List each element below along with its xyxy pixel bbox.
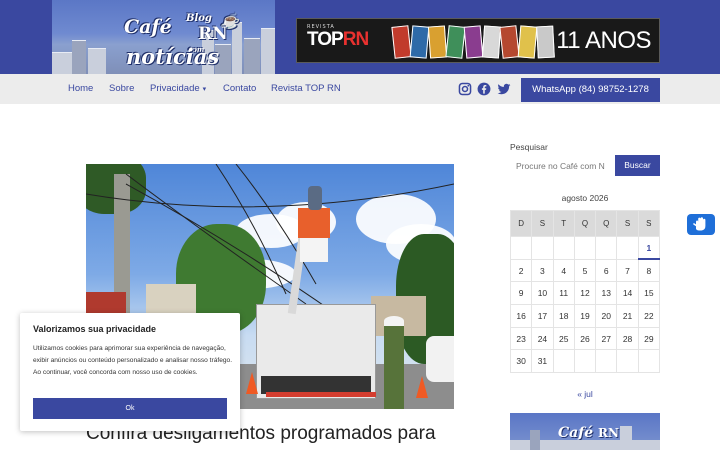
nav-item-sobre[interactable]: Sobre [109, 83, 134, 94]
calendar-day: 26 [573, 326, 597, 351]
cookie-title: Valorizamos sua privacidade [33, 324, 157, 334]
sign-language-icon [693, 217, 706, 231]
calendar-day: 17 [531, 304, 554, 328]
cookie-ok-button[interactable]: Ok [33, 398, 227, 419]
banner-top-rn: TOPRN [307, 29, 369, 50]
calendar-day: 31 [531, 349, 554, 374]
nav-item-home[interactable]: Home [68, 83, 93, 94]
chevron-down-icon: ▾ [202, 86, 207, 93]
calendar-day: 21 [616, 304, 639, 328]
calendar-empty-cell [552, 349, 575, 374]
calendar-day: 9 [509, 281, 533, 306]
calendar-day: 23 [509, 326, 533, 351]
calendar-empty-cell [531, 236, 554, 260]
magazine-covers [391, 22, 563, 60]
cookie-text: Utilizamos cookies para aprimorar sua ex… [33, 345, 233, 376]
calendar-day: 2 [509, 258, 533, 283]
calendar-empty-cell [509, 236, 533, 260]
calendar-day: 1 [637, 236, 661, 261]
calendar-day: 20 [595, 304, 618, 328]
site-logo[interactable]: ☕ Café Blog RN com notícias [52, 0, 275, 74]
calendar-weekday: S [637, 210, 661, 237]
calendar-empty-cell [637, 349, 661, 374]
calendar-caption: agosto 2026 [561, 193, 609, 203]
calendar-week: 30 31 [509, 349, 661, 374]
logo-rn: RN [198, 24, 228, 44]
calendar-empty-cell [616, 236, 639, 260]
calendar: DSTQQSS 1 2 3 4 5 6 7 8 9 10 11 12 13 14 15 16 17 18 19 20 2… [509, 210, 661, 374]
calendar-day: 27 [595, 326, 618, 351]
calendar-empty-cell [573, 236, 597, 260]
site-header: ☕ Café Blog RN com notícias REVISTA TOPR… [0, 0, 720, 74]
calendar-day: 15 [637, 281, 661, 306]
facebook-icon[interactable] [477, 82, 491, 96]
side-banner-rn: RN [598, 426, 619, 440]
calendar-day: 8 [637, 258, 661, 283]
logo-cafe: Café [124, 16, 172, 38]
cookie-consent-dialog: Valorizamos sua privacidade Utilizamos c… [20, 313, 240, 431]
search-input[interactable] [510, 155, 612, 176]
calendar-weekday: D [509, 210, 533, 237]
calendar-day: 6 [595, 258, 618, 283]
calendar-day: 12 [573, 281, 597, 306]
calendar-week: 9 10 11 12 13 14 15 [509, 281, 661, 306]
calendar-week: 16 17 18 19 20 21 22 [509, 304, 661, 328]
calendar-day: 28 [616, 326, 639, 351]
calendar-day: 18 [552, 304, 575, 328]
calendar-day: 22 [637, 304, 661, 328]
banner-11-anos: 11 ANOS [556, 27, 651, 54]
twitter-icon[interactable] [497, 82, 511, 96]
calendar-weekday: T [552, 210, 575, 237]
calendar-day: 24 [531, 326, 554, 351]
instagram-icon[interactable] [458, 82, 472, 96]
calendar-weekday: Q [573, 210, 597, 237]
calendar-day: 4 [552, 258, 575, 283]
nav-item-privacidade[interactable]: Privacidade ▾ [150, 83, 206, 94]
calendar-empty-cell [552, 236, 575, 260]
nav-item-contato[interactable]: Contato [223, 83, 256, 94]
side-banner-cafe: Café [558, 425, 594, 441]
calendar-day: 7 [616, 258, 639, 283]
calendar-week: 23 24 25 26 27 28 29 [509, 326, 661, 351]
calendar-empty-cell [573, 349, 597, 374]
calendar-weekday: Q [595, 210, 618, 237]
calendar-empty-cell [595, 236, 618, 260]
calendar-day: 25 [552, 326, 575, 351]
logo-blog: Blog [186, 13, 212, 24]
calendar-empty-cell [595, 349, 618, 374]
calendar-prev-month-link[interactable]: « jul [510, 389, 660, 399]
calendar-day: 29 [637, 326, 661, 351]
calendar-day: 30 [509, 349, 533, 374]
calendar-day: 16 [509, 304, 533, 328]
calendar-empty-cell [616, 349, 639, 374]
calendar-week: 1 [509, 236, 661, 261]
calendar-day: 5 [573, 258, 597, 283]
calendar-day: 14 [616, 281, 639, 306]
top-rn-banner[interactable]: REVISTA TOPRN 11 ANOS [296, 18, 660, 63]
whatsapp-button[interactable]: WhatsApp (84) 98752-1278 [521, 78, 660, 102]
calendar-week: 2345678 [509, 258, 661, 283]
search-label: Pesquisar [510, 142, 548, 152]
calendar-day: 11 [552, 281, 575, 306]
logo-noticias: notícias [126, 44, 220, 69]
calendar-day: 10 [531, 281, 554, 306]
search-button[interactable]: Buscar [615, 155, 660, 176]
accessibility-button[interactable] [687, 214, 715, 235]
calendar-day: 3 [531, 258, 554, 283]
calendar-weekday: S [531, 210, 554, 237]
calendar-day: 19 [573, 304, 597, 328]
sidebar-logo-banner[interactable]: Café RN [510, 413, 660, 450]
calendar-weekday: S [616, 210, 639, 237]
calendar-day: 13 [595, 281, 618, 306]
nav-item-revista[interactable]: Revista TOP RN [271, 83, 341, 94]
